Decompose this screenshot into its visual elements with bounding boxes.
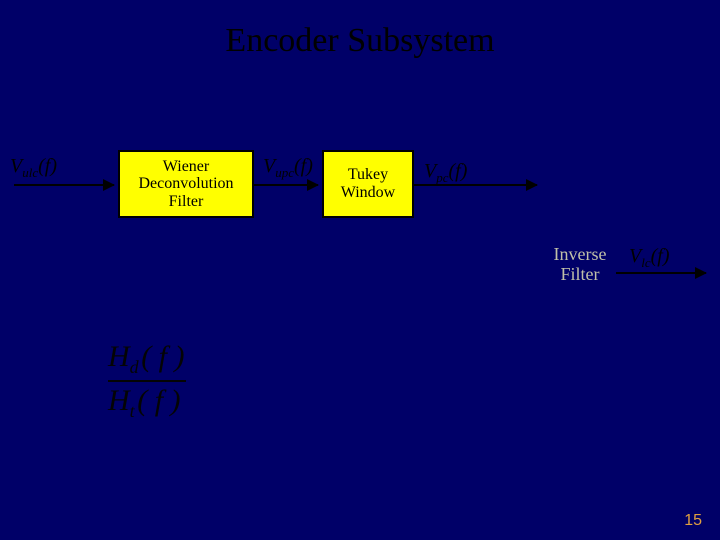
arrow-vlc: [616, 272, 706, 274]
slide-title: Encoder Subsystem: [0, 22, 720, 60]
block-wiener-l1: Wiener: [163, 158, 209, 176]
signal-vlc: Vlc(f): [629, 245, 670, 271]
block-inverse-l2: Filter: [561, 264, 600, 284]
page-number: 15: [684, 512, 702, 530]
frac-num: Hd ( f ): [108, 340, 185, 373]
arrow-vupc: [252, 184, 318, 186]
block-inverse: Inverse Filter: [540, 245, 620, 285]
arrow-vulc: [14, 184, 114, 186]
transfer-fraction: Hd ( f ) Ht ( f ): [108, 340, 186, 422]
block-wiener-l3: Filter: [169, 193, 204, 211]
arrow-vpc: [412, 184, 537, 186]
block-wiener-l2: Deconvolution: [138, 175, 233, 193]
block-tukey-l2: Window: [341, 184, 395, 202]
block-inverse-l1: Inverse: [554, 244, 607, 264]
slide-root: Encoder Subsystem Vulc(f) Vupc(f) Vpc(f)…: [0, 0, 720, 540]
frac-bar: [108, 380, 186, 382]
frac-den: Ht ( f ): [108, 384, 181, 417]
block-tukey: Tukey Window: [322, 150, 414, 218]
signal-vpc: Vpc(f): [424, 160, 467, 186]
signal-vulc: Vulc(f): [10, 155, 57, 181]
signal-vupc: Vupc(f): [263, 155, 313, 181]
block-tukey-l1: Tukey: [348, 166, 388, 184]
block-wiener: Wiener Deconvolution Filter: [118, 150, 254, 218]
